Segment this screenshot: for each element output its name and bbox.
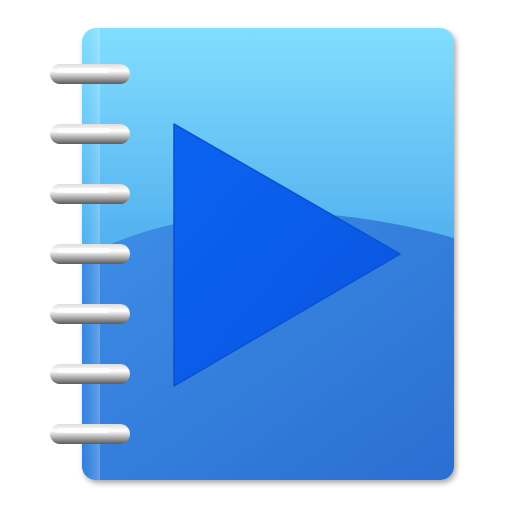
ring xyxy=(50,364,130,384)
icon-stage xyxy=(0,0,512,512)
ring xyxy=(50,124,130,144)
ring xyxy=(50,184,130,204)
playlist-notebook-icon[interactable] xyxy=(0,0,512,512)
ring xyxy=(50,304,130,324)
ring xyxy=(50,424,130,444)
ring xyxy=(50,64,130,84)
ring xyxy=(50,244,130,264)
